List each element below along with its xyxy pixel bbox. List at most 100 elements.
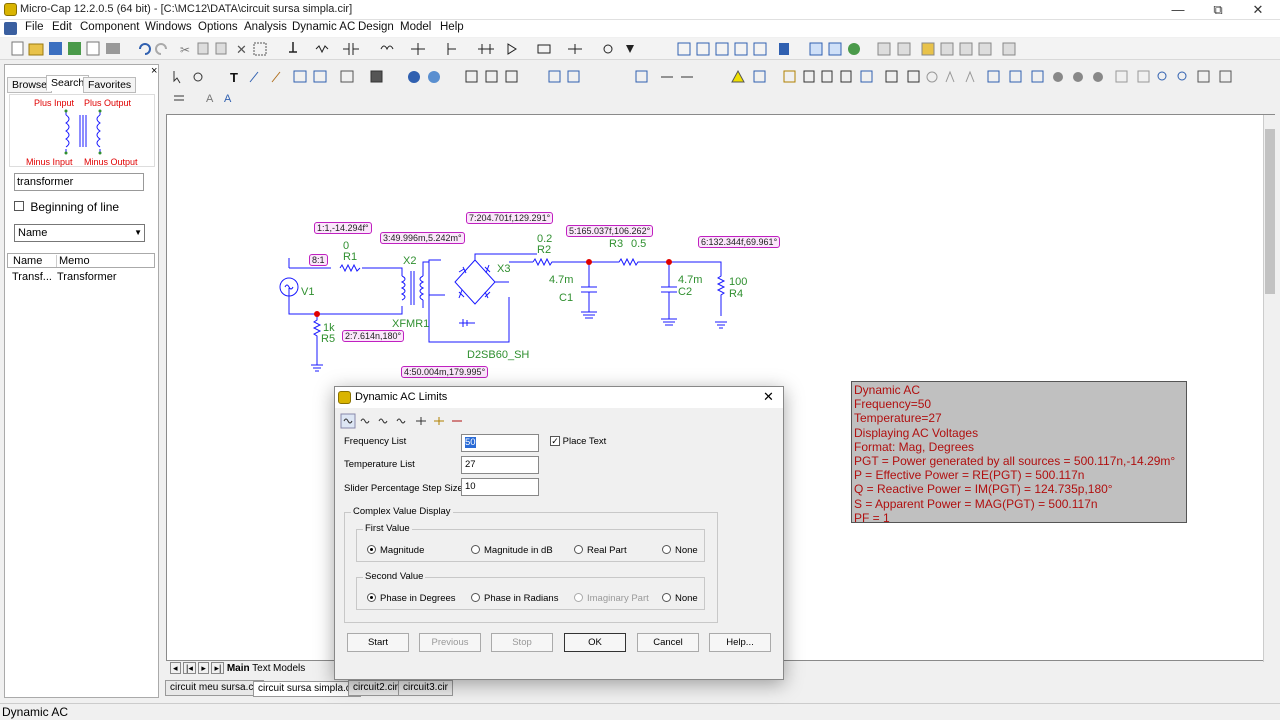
radio-real-part[interactable]: Real Part <box>574 545 627 556</box>
menu-edit[interactable]: Edit <box>48 21 76 33</box>
v1-label[interactable]: V1 <box>301 286 314 298</box>
file-tab-active[interactable]: circuit sursa simpla.cir <box>253 681 362 697</box>
vertical-scrollbar[interactable] <box>1263 115 1276 663</box>
dynamic-ac-limits-dialog: Dynamic AC Limits ✕ Frequency List 50 Te… <box>334 386 784 680</box>
menu-design[interactable]: Design <box>354 21 398 33</box>
menu-model[interactable]: Model <box>396 21 435 33</box>
search-input[interactable] <box>14 173 144 191</box>
node-voltage-4[interactable]: 4:50.004m,179.995° <box>401 366 489 378</box>
tab-models[interactable]: Models <box>273 663 305 674</box>
close-window-button[interactable]: ✕ <box>1238 0 1278 20</box>
frequency-list-field[interactable]: 50 <box>461 434 539 452</box>
tab-text[interactable]: Text <box>252 663 270 674</box>
svg-text:✕: ✕ <box>236 42 247 57</box>
last-sheet-button[interactable]: ▸| <box>211 662 225 674</box>
radio-first-none[interactable]: None <box>662 545 698 556</box>
dialog-close-icon[interactable]: ✕ <box>763 389 774 405</box>
panel-close-icon[interactable]: × <box>151 65 157 77</box>
node-voltage-2[interactable]: 2:7.614n,180° <box>342 330 405 342</box>
radio-label: Phase in Radians <box>484 593 559 604</box>
stop-button[interactable]: Stop <box>491 633 553 652</box>
menu-dynamic-ac[interactable]: Dynamic AC <box>288 21 359 33</box>
slider-step-label: Slider Percentage Step Size <box>344 483 463 494</box>
tab-main[interactable]: Main <box>227 663 250 674</box>
file-tab[interactable]: circuit meu sursa.cir <box>165 680 264 696</box>
place-text-checkbox[interactable]: ✓ <box>550 436 560 446</box>
previous-button[interactable]: Previous <box>419 633 481 652</box>
beginning-of-line-option[interactable]: Beginning of line <box>14 200 119 214</box>
node-voltage-3[interactable]: 3:49.996m,5.242m° <box>380 232 465 244</box>
start-button[interactable]: Start <box>347 633 409 652</box>
toolbar-icons[interactable]: ✂ ✕ <box>0 38 1280 60</box>
next-sheet-button[interactable]: ▸ <box>198 662 209 674</box>
column-memo[interactable]: Memo <box>56 255 90 267</box>
dialog-toolbar[interactable] <box>340 413 480 429</box>
scrollbar-thumb[interactable] <box>1265 129 1275 294</box>
slider-step-field[interactable]: 10 <box>461 478 539 496</box>
place-text-label: Place Text <box>562 436 607 447</box>
complex-value-group: Complex Value Display First Value Magnit… <box>344 506 718 623</box>
c2-value-label[interactable]: 4.7m <box>678 274 702 286</box>
node-voltage-7[interactable]: 7:204.701f,129.291° <box>466 212 554 224</box>
help-button[interactable]: Help... <box>709 633 771 652</box>
cancel-button[interactable]: Cancel <box>637 633 699 652</box>
prev-sheet-button[interactable]: |◂ <box>183 662 196 674</box>
file-tab[interactable]: circuit3.cir <box>398 680 454 696</box>
r4-value-label[interactable]: 100 <box>729 276 747 288</box>
radio-second-none[interactable]: None <box>662 593 698 604</box>
r5-label[interactable]: R5 <box>321 333 335 345</box>
preview-label-minus-output: Minus Output <box>84 157 138 167</box>
node-voltage-1[interactable]: 1:1,-14.294f° <box>314 222 372 234</box>
menu-windows[interactable]: Windows <box>141 21 196 33</box>
ok-button[interactable]: OK <box>564 633 626 652</box>
tab-favorites[interactable]: Favorites <box>83 77 137 93</box>
node-voltage-5[interactable]: 5:165.037f,106.262° <box>566 225 654 237</box>
document-icon[interactable] <box>4 22 17 35</box>
node-voltage-6[interactable]: 6:132.344f,69.961° <box>698 236 781 248</box>
r4-label[interactable]: R4 <box>729 288 743 300</box>
node-voltage-8[interactable]: 8:1 <box>309 254 328 266</box>
beginning-of-line-label: Beginning of line <box>30 200 120 214</box>
column-name[interactable]: Name <box>13 255 42 267</box>
schematic-toolbar[interactable]: T AA <box>166 66 1246 108</box>
temperature-list-field[interactable]: 27 <box>461 456 539 474</box>
radio-label: None <box>675 545 698 556</box>
main-toolbar: ✂ ✕ <box>0 38 1280 60</box>
radio-phase-radians[interactable]: Phase in Radians <box>471 593 558 604</box>
c1-value-label[interactable]: 4.7m <box>549 274 573 286</box>
restore-button[interactable]: ⧉ <box>1198 0 1238 20</box>
radio-label: None <box>675 593 698 604</box>
r2-label[interactable]: R2 <box>537 244 551 256</box>
beginning-of-line-checkbox[interactable] <box>14 201 24 211</box>
place-text-option[interactable]: ✓ Place Text <box>550 436 606 447</box>
dynamic-ac-info-box[interactable]: Dynamic AC Frequency=50 Temperature=27 D… <box>851 381 1187 525</box>
first-value-group: First Value Magnitude Magnitude in dB Re… <box>356 523 705 562</box>
radio-phase-degrees[interactable]: Phase in Degrees <box>367 593 456 604</box>
minimize-button[interactable]: — <box>1158 0 1198 20</box>
table-row[interactable]: Transf... Transformer <box>7 270 155 285</box>
menu-file[interactable]: File <box>21 21 48 33</box>
c2-label[interactable]: C2 <box>678 286 692 298</box>
x2-label[interactable]: X2 <box>403 255 416 267</box>
menu-options[interactable]: Options <box>194 21 242 33</box>
radio-imaginary-part[interactable]: Imaginary Part <box>574 593 649 604</box>
menu-component[interactable]: Component <box>76 21 143 33</box>
info-line: Displaying AC Voltages <box>854 425 979 440</box>
filter-select[interactable]: Name ▼ <box>14 224 145 242</box>
c1-label[interactable]: C1 <box>559 292 573 304</box>
r3-value-label[interactable]: 0.5 <box>631 238 646 250</box>
radio-magnitude[interactable]: Magnitude <box>367 545 424 556</box>
menu-help[interactable]: Help <box>436 21 468 33</box>
complex-value-group-title: Complex Value Display <box>351 506 453 517</box>
r3-label[interactable]: R3 <box>609 238 623 250</box>
info-line: Dynamic AC <box>854 383 921 397</box>
r1-label[interactable]: R1 <box>343 251 357 263</box>
d2sb60-label[interactable]: D2SB60_SH <box>467 349 529 361</box>
radio-magnitude-db[interactable]: Magnitude in dB <box>471 545 553 556</box>
file-tab[interactable]: circuit2.cir <box>348 680 404 696</box>
xfmr1-label[interactable]: XFMR1 <box>392 318 429 330</box>
x3-label[interactable]: X3 <box>497 263 510 275</box>
first-sheet-button[interactable]: ◂ <box>170 662 181 674</box>
menu-analysis[interactable]: Analysis <box>240 21 291 33</box>
transformer-symbol-icon <box>64 109 102 155</box>
